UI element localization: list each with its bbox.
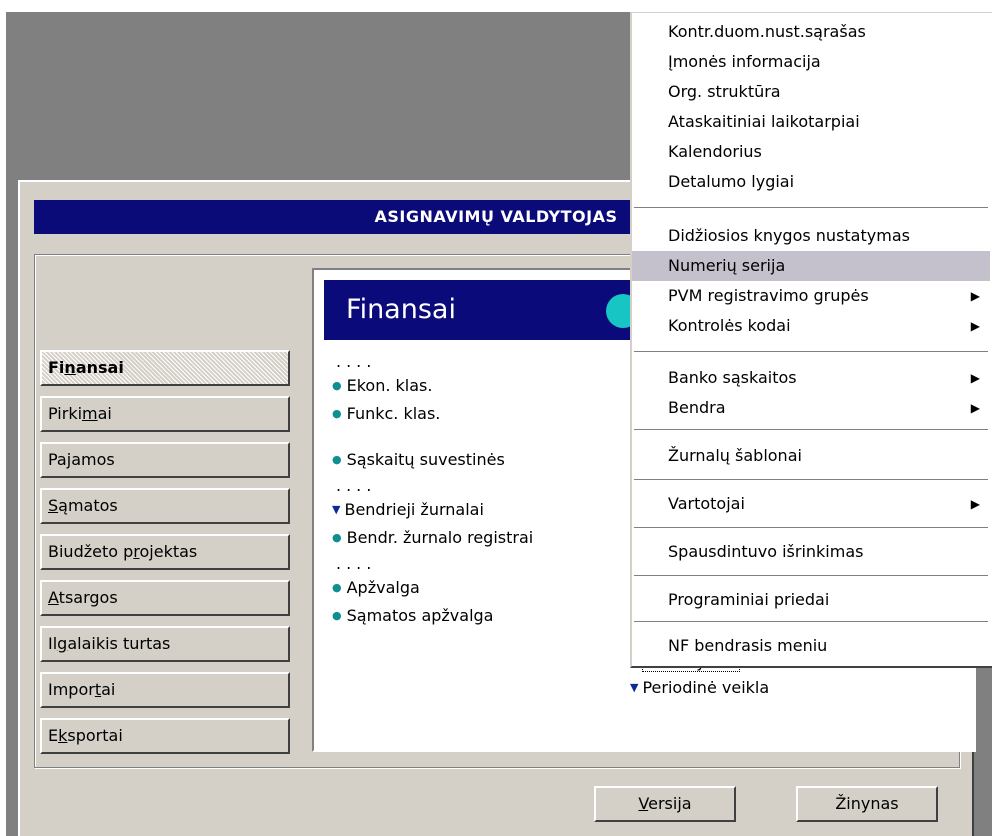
sidebar-label: Pirki (48, 404, 83, 423)
menu-item-detalumo-lygiai[interactable]: Detalumo lygiai (632, 167, 990, 197)
bullet-icon: ● (332, 581, 342, 594)
menu-item-label: PVM registravimo grupės (668, 286, 869, 305)
link-ekon-klas[interactable]: ● Ekon. klas. (332, 376, 432, 395)
sidebar-label: Biudžeto p (48, 542, 134, 561)
submenu-arrow-icon: ▶ (970, 371, 980, 385)
sidebar-label-accel: k (58, 726, 68, 745)
sidebar-button-samatos[interactable]: Sąmatos (40, 488, 290, 524)
link-label: Ekon. klas. (346, 376, 433, 395)
menu-separator (634, 575, 988, 577)
link-bendrieji-zurnalai[interactable]: ▼ Bendrieji žurnalai (332, 500, 484, 519)
submenu-arrow-icon: ▶ (970, 289, 980, 303)
link-saskaitu-suvestines[interactable]: ● Sąskaitų suvestinės (332, 450, 505, 469)
link-funkc-klas[interactable]: ● Funkc. klas. (332, 404, 440, 423)
sidebar-label: alaikis turtas (67, 634, 171, 653)
menu-separator (634, 207, 988, 209)
link-label: Bendr. žurnalo registrai (346, 528, 534, 547)
link-samatos-apzvalga[interactable]: ● Sąmatos apžvalga (332, 606, 493, 625)
zinynas-button[interactable]: Žinynas (796, 786, 938, 822)
settings-context-menu: Kontr.duom.nust.sąrašas Įmonės informaci… (630, 12, 992, 668)
link-label: Funkc. klas. (346, 404, 441, 423)
menu-item-zurnalu-sablonai[interactable]: Žurnalų šablonai (632, 441, 990, 471)
sidebar-button-biudzeto-projektas[interactable]: Biudžeto projektas (40, 534, 290, 570)
menu-item-vartotojai[interactable]: Vartotojai ▶ (632, 489, 990, 519)
menu-separator (634, 479, 988, 481)
menu-item-kontr-duom[interactable]: Kontr.duom.nust.sąrašas (632, 17, 990, 47)
sidebar-label: ąmatos (58, 496, 118, 515)
menu-item-imones-informacija[interactable]: Įmonės informacija (632, 47, 990, 77)
link-label: Sąmatos apžvalga (346, 606, 494, 625)
expand-triangle-icon: ▼ (332, 503, 341, 516)
menu-item-kontroles-kodai[interactable]: Kontrolės kodai ▶ (632, 311, 990, 341)
bullet-icon: ● (332, 609, 342, 622)
menu-item-nf-bendrasis-meniu[interactable]: NF bendrasis meniu (632, 631, 990, 661)
submenu-arrow-icon: ▶ (970, 401, 980, 415)
menu-item-label: Kontrolės kodai (668, 316, 791, 335)
separator-dots: .... (336, 476, 377, 495)
menu-item-kalendorius[interactable]: Kalendorius (632, 137, 990, 167)
menu-item-pvm-registravimo-grupes[interactable]: PVM registravimo grupės ▶ (632, 281, 990, 311)
sidebar-label-accel: g (57, 634, 68, 653)
sidebar-label-accel: n (64, 358, 76, 377)
link-label: Periodinė veikla (642, 678, 770, 697)
menu-item-didziosios-knygos[interactable]: Didžiosios knygos nustatymas (632, 221, 990, 251)
versija-button[interactable]: Versija (594, 786, 736, 822)
sidebar-label: amos (71, 450, 115, 469)
sidebar-label-accel: A (48, 588, 59, 607)
sidebar-label: E (48, 726, 59, 745)
menu-item-bendra[interactable]: Bendra ▶ (632, 393, 990, 423)
sidebar-label-accel: S (48, 496, 59, 515)
sidebar-button-pirkimai[interactable]: Pirkimai (40, 396, 290, 432)
menu-item-spausdintuvo-isrinkimas[interactable]: Spausdintuvo išrinkimas (632, 537, 990, 567)
menu-item-banko-saskaitos[interactable]: Banko sąskaitos ▶ (632, 363, 990, 393)
sidebar-label: ojektas (139, 542, 198, 561)
sidebar-label-accel: m (82, 404, 98, 423)
sidebar-label: tsargos (58, 588, 118, 607)
bullet-icon: ● (332, 379, 342, 392)
bullet-icon: ● (332, 531, 342, 544)
button-label: ersija (648, 794, 692, 813)
desktop: ASIGNAVIMŲ VALDYTOJAS Finansai Pirkimai … (0, 0, 992, 836)
menu-separator (634, 351, 988, 353)
menu-item-label: Vartotojai (668, 494, 745, 513)
submenu-arrow-icon: ▶ (970, 497, 980, 511)
submenu-arrow-icon: ▶ (970, 319, 980, 333)
link-periodine-veikla[interactable]: ▼ Periodinė veikla (630, 678, 769, 697)
menu-separator (634, 429, 988, 431)
sidebar-label: ansai (75, 358, 124, 377)
link-label: Sąskaitų suvestinės (346, 450, 505, 469)
menu-item-org-struktura[interactable]: Org. struktūra (632, 77, 990, 107)
separator-dots: .... (336, 554, 377, 573)
menu-separator (634, 527, 988, 529)
link-apzvalga[interactable]: ● Apžvalga (332, 578, 420, 597)
sidebar-label: Pa (48, 450, 67, 469)
sidebar-button-ilgalaikis-turtas[interactable]: Ilgalaikis turtas (40, 626, 290, 662)
sidebar-label: Impor (48, 680, 95, 699)
bullet-icon: ● (332, 453, 342, 466)
menu-item-label: Bendra (668, 398, 726, 417)
menu-item-numeriu-serija[interactable]: Numerių serija (632, 251, 990, 281)
separator-dots: .... (336, 352, 377, 371)
menu-item-ataskaitiniai-laikotarpiai[interactable]: Ataskaitiniai laikotarpiai (632, 107, 990, 137)
sidebar-button-importai[interactable]: Importai (40, 672, 290, 708)
sidebar-label: sportai (67, 726, 123, 745)
sidebar-label: ai (97, 404, 112, 423)
sidebar-button-eksportai[interactable]: Eksportai (40, 718, 290, 754)
menu-item-label: Banko sąskaitos (668, 368, 797, 387)
expand-triangle-icon: ▼ (630, 681, 639, 694)
link-bendr-zurnalo-registrai[interactable]: ● Bendr. žurnalo registrai (332, 528, 533, 547)
sidebar-button-atsargos[interactable]: Atsargos (40, 580, 290, 616)
sidebar-label: Fi (48, 358, 65, 377)
link-label: Bendrieji žurnalai (344, 500, 484, 519)
menu-separator (634, 621, 988, 623)
button-label-accel: V (638, 794, 649, 813)
sidebar-label: Il (48, 634, 58, 653)
link-label: Apžvalga (346, 578, 420, 597)
sidebar-button-pajamos[interactable]: Pajamos (40, 442, 290, 478)
menu-item-programiniai-priedai[interactable]: Programiniai priedai (632, 585, 990, 615)
module-header-title: Finansai (346, 294, 456, 325)
sidebar-label: ai (101, 680, 116, 699)
bullet-icon: ● (332, 407, 342, 420)
sidebar-button-finansai[interactable]: Finansai (40, 350, 290, 386)
